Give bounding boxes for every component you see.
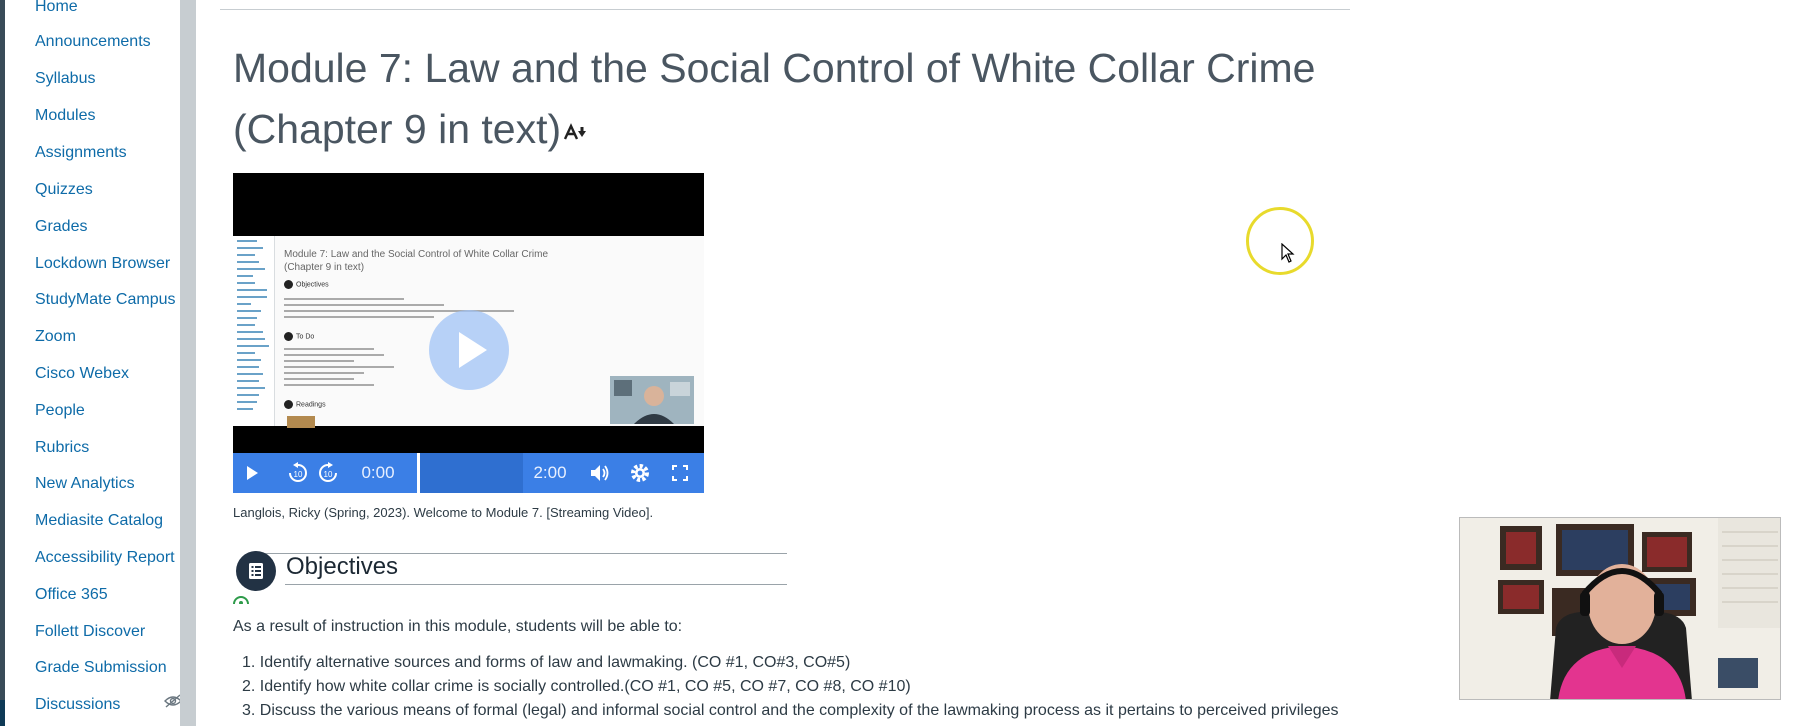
page-title: Module 7: Law and the Social Control of … <box>233 38 1353 160</box>
objectives-heading: Objectives <box>286 553 399 580</box>
sidebar-item-syllabus[interactable]: Syllabus <box>35 69 95 89</box>
thumbnail-title: Module 7: Law and the Social Control of … <box>284 249 549 273</box>
objective-item: 3. Discuss the various means of formal (… <box>242 702 1339 719</box>
play-icon[interactable] <box>233 453 271 493</box>
sidebar-item-new-analytics[interactable]: New Analytics <box>35 474 135 494</box>
sidebar-item-home[interactable]: Home <box>35 0 78 17</box>
duration: 2:00 <box>533 463 567 482</box>
presenter-webcam-image <box>1460 518 1780 699</box>
current-time: 0:00 <box>361 463 395 482</box>
sidebar-item-lockdown-browser[interactable]: Lockdown Browser <box>35 254 170 274</box>
thumbnail-readings: Readings <box>284 400 326 409</box>
sidebar-item-modules[interactable]: Modules <box>35 106 95 126</box>
sidebar-item-accessibility-report[interactable]: Accessibility Report <box>35 548 175 568</box>
volume-icon[interactable] <box>585 453 615 493</box>
video-caption: Langlois, Ricky (Spring, 2023). Welcome … <box>233 505 654 520</box>
sidebar-scrollbar[interactable] <box>180 0 196 726</box>
sidebar-item-assignments[interactable]: Assignments <box>35 143 127 163</box>
gear-icon[interactable] <box>625 453 655 493</box>
cursor-highlight <box>1246 207 1314 275</box>
objective-item: 2. Identify how white collar crime is so… <box>242 678 911 695</box>
page-title-line1: Module 7: Law and the Social Control of … <box>233 45 1316 91</box>
thumbnail-todo: To Do <box>284 332 314 341</box>
list-icon <box>236 551 276 591</box>
play-overlay-icon[interactable] <box>429 310 509 390</box>
objectives-intro: As a result of instruction in this modul… <box>233 618 683 635</box>
rewind-10-icon[interactable]: 10 <box>285 453 311 493</box>
thumbnail-sidebar <box>233 236 275 426</box>
sidebar-item-announcements[interactable]: Announcements <box>35 32 151 52</box>
sidebar-item-zoom[interactable]: Zoom <box>35 327 76 347</box>
fullscreen-icon[interactable] <box>665 453 695 493</box>
sidebar-item-cisco-webex[interactable]: Cisco Webex <box>35 364 129 384</box>
sidebar-item-discussions[interactable]: Discussions <box>35 695 120 715</box>
thumbnail-book <box>287 416 315 428</box>
sidebar-item-people[interactable]: People <box>35 401 85 421</box>
video-player[interactable]: Module 7: Law and the Social Control of … <box>233 173 704 493</box>
thumbnail-presenter-image <box>610 376 694 424</box>
course-navigation: Home Announcements Syllabus Modules Assi… <box>5 0 182 726</box>
sidebar-item-studymate-campus[interactable]: StudyMate Campus <box>35 290 176 310</box>
sidebar-item-grades[interactable]: Grades <box>35 217 87 237</box>
objective-item: 1. Identify alternative sources and form… <box>242 654 851 671</box>
sidebar-item-office-365[interactable]: Office 365 <box>35 585 108 605</box>
header-divider <box>220 9 1350 10</box>
thumbnail-objectives: Objectives <box>284 280 329 289</box>
video-controls: 10 10 0:00 2:00 <box>233 453 704 493</box>
sidebar-item-follett-discover[interactable]: Follett Discover <box>35 622 145 642</box>
sidebar-item-quizzes[interactable]: Quizzes <box>35 180 93 200</box>
completion-indicator-icon <box>233 596 249 604</box>
accessibility-text-icon[interactable] <box>563 122 587 142</box>
sidebar-item-rubrics[interactable]: Rubrics <box>35 438 89 458</box>
seek-bar[interactable] <box>417 453 523 493</box>
page-title-line2: (Chapter 9 in text) <box>233 106 562 152</box>
objectives-rule-bottom <box>285 584 787 585</box>
sidebar-item-mediasite-catalog[interactable]: Mediasite Catalog <box>35 511 163 531</box>
svg-text:10: 10 <box>324 470 333 479</box>
mouse-pointer-icon <box>1281 243 1295 263</box>
sidebar-item-grade-submission[interactable]: Grade Submission <box>35 658 167 678</box>
webcam-overlay <box>1459 517 1781 700</box>
svg-text:10: 10 <box>294 470 303 479</box>
forward-10-icon[interactable]: 10 <box>315 453 341 493</box>
